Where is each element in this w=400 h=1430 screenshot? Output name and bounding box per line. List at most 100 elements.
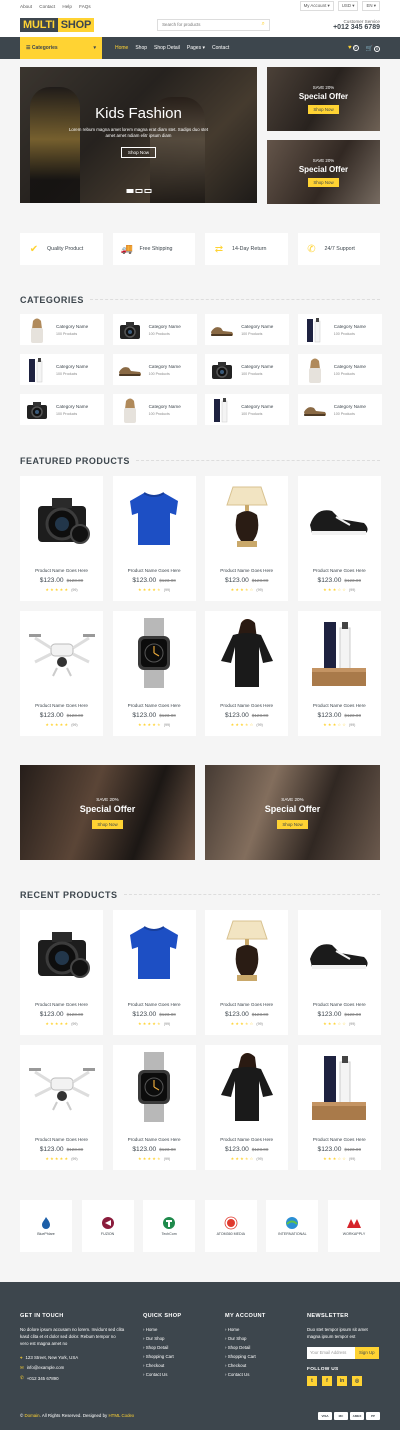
product-name[interactable]: Product Name Goes Here bbox=[220, 568, 273, 573]
hero-shop-button[interactable]: Shop Now bbox=[120, 147, 157, 159]
nav-home[interactable]: Home bbox=[115, 45, 128, 51]
product-card[interactable]: Product Name Goes Here $123.00 $123.00 ★ ★ ★ ★… bbox=[205, 910, 289, 1035]
nav-shop[interactable]: Shop bbox=[135, 45, 147, 51]
product-name[interactable]: Product Name Goes Here bbox=[35, 1137, 88, 1142]
offer-shop-button[interactable]: Shop Now bbox=[308, 177, 339, 187]
product-name[interactable]: Product Name Goes Here bbox=[220, 703, 273, 708]
product-card[interactable]: Product Name Goes Here $123.00 $123.00 ★ ★ ★ ★… bbox=[20, 476, 103, 601]
product-image[interactable] bbox=[205, 1045, 288, 1128]
newsletter-email-input[interactable]: Your Email Address bbox=[307, 1346, 355, 1359]
product-image[interactable] bbox=[20, 611, 103, 694]
linkedin-icon[interactable]: in bbox=[337, 1375, 347, 1386]
product-card[interactable]: Product Name Goes Here $123.00 $123.00 ★ ★ ★ ★… bbox=[112, 611, 196, 736]
product-name[interactable]: Product Name Goes Here bbox=[128, 1002, 181, 1007]
top-link-contact[interactable]: Contact bbox=[39, 4, 55, 9]
product-image[interactable] bbox=[205, 476, 288, 559]
category-item[interactable]: Category Name 100 Products bbox=[297, 394, 382, 425]
product-card[interactable]: Product Name Goes Here $123.00 $123.00 ★ ★ ★ ☆… bbox=[297, 476, 381, 601]
product-name[interactable]: Product Name Goes Here bbox=[313, 568, 366, 573]
product-card[interactable]: Product Name Goes Here $123.00 $123.00 ★ ★ ★ ★… bbox=[205, 611, 289, 736]
product-card[interactable]: Product Name Goes Here $123.00 $123.00 ★ ★ ★ ★… bbox=[20, 910, 103, 1035]
vendor-logo[interactable]: BluePhlare bbox=[20, 1200, 72, 1252]
product-image[interactable] bbox=[298, 1045, 381, 1128]
footer-link[interactable]: Home bbox=[143, 1327, 181, 1332]
product-name[interactable]: Product Name Goes Here bbox=[313, 1137, 366, 1142]
product-image[interactable] bbox=[113, 476, 196, 559]
nav-shop-detail[interactable]: Shop Detail bbox=[154, 45, 180, 51]
nav-pages[interactable]: Pages ▾ bbox=[187, 45, 205, 51]
category-item[interactable]: Category Name 100 Products bbox=[112, 354, 197, 385]
footer-link[interactable]: Checkout bbox=[143, 1363, 181, 1368]
product-image[interactable] bbox=[20, 476, 103, 559]
categories-button[interactable]: ☰ Categories ▾ bbox=[20, 37, 102, 59]
footer-link[interactable]: Contact Us bbox=[143, 1372, 181, 1377]
product-image[interactable] bbox=[20, 1045, 103, 1128]
product-name[interactable]: Product Name Goes Here bbox=[128, 703, 181, 708]
carousel-dot[interactable] bbox=[144, 189, 151, 193]
category-item[interactable]: Category Name 100 Products bbox=[205, 354, 290, 385]
nav-contact[interactable]: Contact bbox=[212, 45, 229, 51]
footer-link[interactable]: Shop Detail bbox=[225, 1345, 266, 1350]
category-item[interactable]: Category Name 100 Products bbox=[20, 354, 104, 385]
category-item[interactable]: Category Name 100 Products bbox=[205, 394, 290, 425]
category-item[interactable]: Category Name 100 Products bbox=[112, 394, 197, 425]
vendor-logo[interactable]: FUZION bbox=[81, 1200, 134, 1252]
footer-link[interactable]: Our Shop bbox=[225, 1336, 266, 1341]
product-image[interactable] bbox=[298, 476, 381, 559]
carousel-dot[interactable] bbox=[135, 189, 142, 193]
language-dropdown[interactable]: EN ▾ bbox=[362, 1, 380, 11]
banner-shop-button[interactable]: Shop Now bbox=[277, 819, 308, 829]
search-icon[interactable]: ⌕ bbox=[257, 20, 269, 30]
product-image[interactable] bbox=[113, 611, 196, 694]
footer-link[interactable]: Our Shop bbox=[143, 1336, 181, 1341]
product-image[interactable] bbox=[20, 910, 103, 993]
product-card[interactable]: Product Name Goes Here $123.00 $123.00 ★ ★ ★ ☆… bbox=[297, 1045, 381, 1170]
product-name[interactable]: Product Name Goes Here bbox=[220, 1002, 273, 1007]
footer-link[interactable]: Home bbox=[225, 1327, 266, 1332]
vendor-logo[interactable]: INTERNATIONAL bbox=[266, 1200, 319, 1252]
category-item[interactable]: Category Name 100 Products bbox=[205, 314, 290, 345]
product-card[interactable]: Product Name Goes Here $123.00 $123.00 ★ ★ ★ ★… bbox=[205, 1045, 289, 1170]
search-input[interactable] bbox=[158, 19, 258, 30]
product-image[interactable] bbox=[113, 1045, 196, 1128]
banner-shop-button[interactable]: Shop Now bbox=[92, 819, 123, 829]
twitter-icon[interactable]: t bbox=[307, 1375, 317, 1386]
top-link-faqs[interactable]: FAQs bbox=[79, 4, 91, 9]
category-item[interactable]: Category Name 100 Products bbox=[112, 314, 197, 345]
product-card[interactable]: Product Name Goes Here $123.00 $123.00 ★ ★ ★ ★… bbox=[112, 476, 196, 601]
product-name[interactable]: Product Name Goes Here bbox=[35, 568, 88, 573]
product-name[interactable]: Product Name Goes Here bbox=[35, 703, 88, 708]
top-link-help[interactable]: Help bbox=[62, 4, 71, 9]
product-card[interactable]: Product Name Goes Here $123.00 $123.00 ★ ★ ★ ☆… bbox=[297, 910, 381, 1035]
footer-email[interactable]: ✉ info@example.com bbox=[20, 1365, 125, 1371]
category-item[interactable]: Category Name 100 Products bbox=[297, 314, 382, 345]
product-name[interactable]: Product Name Goes Here bbox=[128, 568, 181, 573]
facebook-icon[interactable]: f bbox=[322, 1375, 332, 1386]
product-name[interactable]: Product Name Goes Here bbox=[313, 703, 366, 708]
vendor-logo[interactable]: TechCom bbox=[143, 1200, 196, 1252]
carousel-dot[interactable] bbox=[126, 189, 133, 193]
product-card[interactable]: Product Name Goes Here $123.00 $123.00 ★ ★ ★ ★… bbox=[20, 1045, 103, 1170]
offer-shop-button[interactable]: Shop Now bbox=[308, 104, 339, 114]
top-link-about[interactable]: About bbox=[20, 4, 32, 9]
product-card[interactable]: Product Name Goes Here $123.00 $123.00 ★ ★ ★ ☆… bbox=[297, 611, 381, 736]
footer-link[interactable]: Checkout bbox=[225, 1363, 266, 1368]
currency-dropdown[interactable]: USD ▾ bbox=[337, 1, 359, 11]
category-item[interactable]: Category Name 100 Products bbox=[20, 394, 104, 425]
product-card[interactable]: Product Name Goes Here $123.00 $123.00 ★ ★ ★ ★… bbox=[20, 611, 103, 736]
footer-link[interactable]: Shopping Cart bbox=[225, 1354, 266, 1359]
product-image[interactable] bbox=[205, 611, 288, 694]
footer-link[interactable]: Contact Us bbox=[225, 1372, 266, 1377]
product-card[interactable]: Product Name Goes Here $123.00 $123.00 ★ ★ ★ ★… bbox=[112, 910, 196, 1035]
logo[interactable]: MULTI SHOP bbox=[20, 17, 95, 32]
category-item[interactable]: Category Name 100 Products bbox=[297, 354, 382, 385]
account-dropdown[interactable]: My Account ▾ bbox=[299, 1, 334, 11]
instagram-icon[interactable]: ◎ bbox=[352, 1375, 362, 1386]
footer-link[interactable]: Shopping Cart bbox=[143, 1354, 181, 1359]
product-name[interactable]: Product Name Goes Here bbox=[35, 1002, 88, 1007]
copyright-domain-link[interactable]: Domain bbox=[24, 1413, 39, 1418]
designer-link[interactable]: HTML Codex bbox=[108, 1413, 134, 1418]
product-image[interactable] bbox=[298, 611, 381, 694]
hero-carousel[interactable]: Kids Fashion Lorem rebum magna amet lore… bbox=[20, 67, 257, 203]
product-name[interactable]: Product Name Goes Here bbox=[220, 1137, 273, 1142]
